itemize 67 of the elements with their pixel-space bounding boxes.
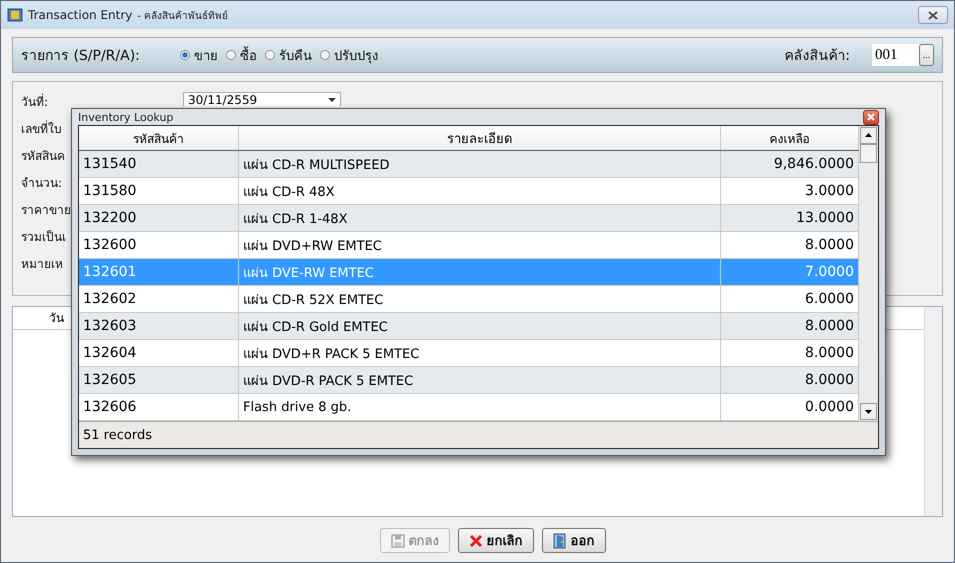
door-icon: [552, 532, 566, 548]
table-cell: 132602: [79, 286, 239, 312]
table-cell: 131580: [79, 178, 239, 204]
field-label: ราคาขาย: [21, 202, 72, 219]
window-title: Transaction Entry: [28, 8, 132, 22]
radio-option[interactable]: รับคืน: [264, 44, 312, 66]
dialog-title: Inventory Lookup: [78, 110, 174, 124]
column-header[interactable]: รายละเอียด: [239, 126, 721, 150]
table-cell: แผ่น DVD+R PACK 5 EMTEC: [239, 340, 721, 366]
scroll-thumb[interactable]: [860, 144, 877, 163]
table-row[interactable]: 131540 แผ่น CD-R MULTISPEED 9,846.0000: [79, 151, 859, 178]
exit-button[interactable]: ออก: [542, 528, 606, 553]
field-label: รหัสสินค: [21, 148, 66, 165]
table-cell: 132601: [79, 259, 239, 285]
close-button[interactable]: [918, 6, 948, 24]
app-icon: [7, 7, 23, 23]
table-cell: แผ่น DVE-RW EMTEC: [239, 259, 721, 285]
cancel-button[interactable]: ยกเลิก: [458, 528, 534, 553]
table-row[interactable]: 132605 แผ่น DVD-R PACK 5 EMTEC 8.0000: [79, 367, 859, 394]
column-header[interactable]: รหัสสินค้า: [79, 126, 239, 150]
table-cell: 132605: [79, 367, 239, 393]
date-field[interactable]: 30/11/2559: [183, 92, 341, 106]
warehouse-field[interactable]: 001: [872, 44, 919, 66]
field-label: เลขที่ใบ: [21, 120, 63, 138]
table-cell: 132603: [79, 313, 239, 339]
floppy-icon: [390, 534, 404, 548]
table-cell: แผ่น CD-R Gold EMTEC: [239, 313, 721, 339]
scrollbar[interactable]: [859, 126, 878, 421]
radio-option[interactable]: ขาย: [180, 44, 218, 66]
field-label: รวมเป็นเ: [21, 228, 67, 246]
table-cell: แผ่น CD-R 48X: [239, 178, 721, 204]
table-row[interactable]: 132604 แผ่น DVD+R PACK 5 EMTEC 8.0000: [79, 340, 859, 367]
close-icon: [867, 113, 875, 121]
table-row[interactable]: 132600 แผ่น DVD+RW EMTEC 8.0000: [79, 232, 859, 259]
table-cell: 132604: [79, 340, 239, 366]
warehouse-label: คลังสินค้า:: [784, 47, 850, 66]
table-cell: แผ่น CD-R MULTISPEED: [239, 151, 721, 177]
browse-button[interactable]: ...: [919, 44, 934, 66]
scrollbar[interactable]: [924, 307, 942, 516]
table-cell: 132600: [79, 232, 239, 258]
field-label: วันที่:: [21, 92, 50, 111]
column-header[interactable]: วัน: [13, 307, 64, 329]
close-button[interactable]: [863, 110, 879, 124]
table-cell: แผ่น DVD-R PACK 5 EMTEC: [239, 367, 721, 393]
table-cell: แผ่น CD-R 1-48X: [239, 205, 721, 231]
table-cell: แผ่น CD-R 52X EMTEC: [239, 286, 721, 312]
table-row[interactable]: 132606 Flash drive 8 gb. 0.0000: [79, 394, 859, 421]
table-row[interactable]: 132200 แผ่น CD-R 1-48X 13.0000: [79, 205, 859, 232]
scroll-up-icon[interactable]: [860, 127, 877, 144]
table-row[interactable]: 131580 แผ่น CD-R 48X 3.0000: [79, 178, 859, 205]
table-cell: Flash drive 8 gb.: [239, 394, 721, 420]
table-row[interactable]: 132603 แผ่น CD-R Gold EMTEC 8.0000: [79, 313, 859, 340]
window-subtitle: - คลังสินค้าพันธ์ทิพย์: [137, 9, 228, 22]
field-label: หมายเห: [21, 256, 64, 273]
record-count: 51 records: [83, 428, 152, 442]
table-row[interactable]: 132602 แผ่น CD-R 52X EMTEC 6.0000: [79, 286, 859, 313]
type-label: รายการ (S/P/R/A):: [21, 47, 140, 66]
field-label: จำนวน:: [21, 175, 64, 192]
x-icon: [468, 534, 482, 548]
table-cell: 131540: [79, 151, 239, 177]
table-cell: 132200: [79, 205, 239, 231]
radio-option[interactable]: ปรับปรุง: [320, 44, 378, 66]
radio-option[interactable]: ซื้อ: [226, 44, 257, 66]
close-icon: [927, 10, 939, 20]
table-cell: 132606: [79, 394, 239, 420]
table-cell: แผ่น DVD+RW EMTEC: [239, 232, 721, 258]
scroll-down-icon[interactable]: [860, 403, 877, 420]
